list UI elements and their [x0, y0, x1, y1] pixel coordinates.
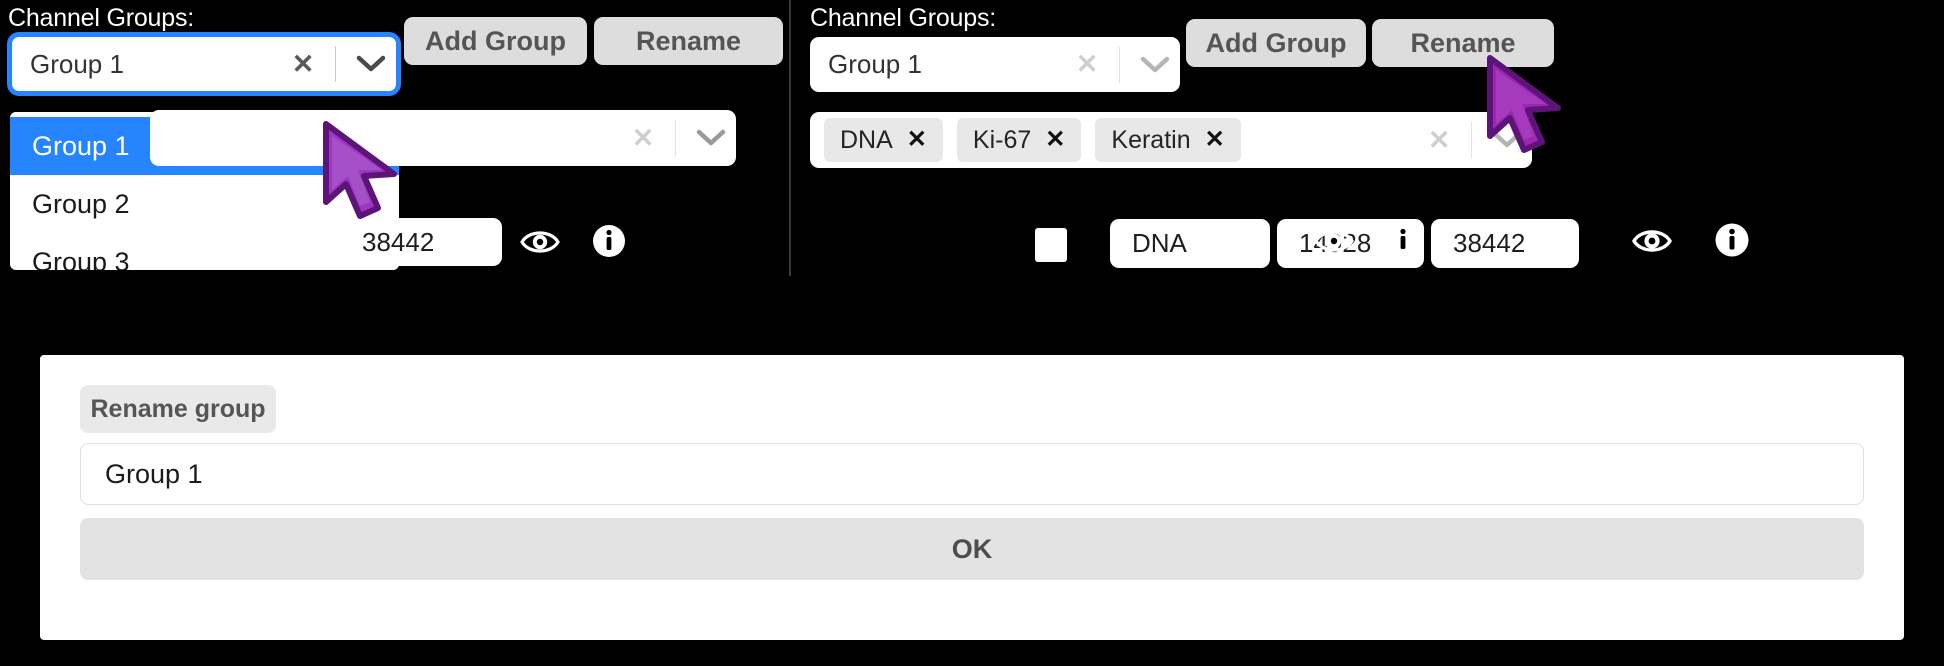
eye-icon[interactable] — [1314, 217, 1354, 270]
channel-visibility-checkbox[interactable] — [1035, 228, 1067, 262]
select-divider — [335, 46, 336, 82]
chevron-down-icon[interactable] — [1482, 112, 1532, 168]
left-rename-button[interactable]: Rename — [594, 17, 783, 65]
select-divider — [1119, 46, 1120, 83]
channel-tag-keratin[interactable]: Keratin ✕ — [1095, 118, 1241, 162]
tag-label: Ki-67 — [972, 125, 1032, 154]
channel-max-field[interactable]: 38442 — [1431, 219, 1579, 268]
right-rename-button[interactable]: Rename — [1372, 19, 1554, 67]
info-icon[interactable] — [592, 217, 626, 270]
rename-group-input[interactable]: Group 1 — [80, 443, 1864, 505]
right-group-select-value: Group 1 — [828, 49, 922, 79]
right-add-group-button[interactable]: Add Group — [1186, 19, 1366, 67]
chevron-down-icon[interactable] — [346, 37, 396, 91]
select-divider — [675, 120, 676, 156]
info-icon[interactable] — [1714, 216, 1750, 269]
left-channel-max-field[interactable]: 38442 — [340, 218, 502, 266]
left-group-select[interactable]: Group 1 ✕ — [8, 33, 400, 95]
left-channel-groups-label: Channel Groups: — [8, 4, 195, 32]
info-icon[interactable] — [1386, 216, 1420, 269]
left-add-group-button[interactable]: Add Group — [404, 17, 587, 65]
eye-icon[interactable] — [520, 218, 560, 271]
chevron-down-icon[interactable] — [686, 110, 736, 166]
rename-group-chip-label: Rename group — [80, 385, 276, 433]
tag-label: Keratin — [1111, 125, 1191, 154]
tag-remove-icon[interactable]: ✕ — [893, 128, 943, 152]
chevron-down-icon[interactable] — [1130, 37, 1180, 92]
panel-divider — [789, 0, 791, 276]
right-channel-groups-label: Channel Groups: — [810, 4, 997, 32]
rename-group-ok-button[interactable]: OK — [80, 518, 1864, 580]
clear-x-icon[interactable]: ✕ — [1417, 126, 1461, 154]
clear-x-icon[interactable]: ✕ — [1065, 51, 1109, 78]
rename-group-modal: Rename group Group 1 OK — [40, 355, 1904, 640]
tag-remove-icon[interactable]: ✕ — [1031, 128, 1081, 152]
tag-label: DNA — [840, 125, 893, 154]
clear-x-icon[interactable]: ✕ — [281, 50, 325, 78]
left-group-select-value: Group 1 — [30, 48, 124, 79]
eye-icon[interactable] — [1630, 217, 1674, 270]
left-channel-select[interactable]: ✕ — [150, 110, 736, 166]
select-divider — [1471, 122, 1472, 158]
channel-tag-dna[interactable]: DNA ✕ — [824, 118, 943, 162]
app-root: Channel Groups: Group 1 ✕ Group 1 Group … — [0, 0, 1944, 666]
channel-name-field[interactable]: DNA — [1110, 219, 1270, 268]
channel-tag-ki-67[interactable]: Ki-67 ✕ — [956, 118, 1082, 162]
clear-x-icon[interactable]: ✕ — [621, 124, 665, 152]
tag-remove-icon[interactable]: ✕ — [1191, 128, 1241, 152]
right-group-select[interactable]: Group 1 ✕ — [810, 37, 1180, 92]
right-channel-tag-field[interactable]: DNA ✕ Ki-67 ✕ Keratin ✕ ✕ — [810, 112, 1532, 168]
